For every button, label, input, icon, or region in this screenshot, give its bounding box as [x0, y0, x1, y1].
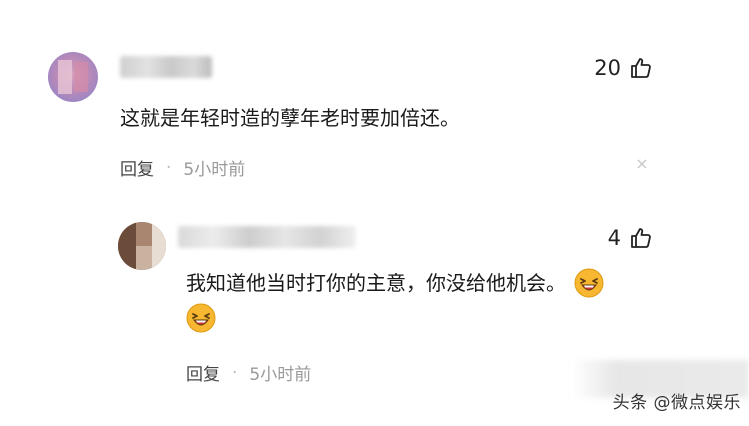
comment-text: 这就是年轻时造的孽年老时要加倍还。: [120, 106, 460, 130]
like-button[interactable]: 4: [608, 226, 653, 250]
avatar[interactable]: [48, 52, 98, 102]
like-count: 4: [607, 226, 621, 250]
username-blurred[interactable]: [120, 56, 212, 78]
avatar-mosaic: [136, 222, 152, 246]
avatar-mosaic: [136, 246, 152, 270]
thumbs-up-icon[interactable]: [629, 226, 653, 250]
username-blurred[interactable]: [178, 226, 356, 248]
laughing-face-icon: [574, 268, 604, 298]
laughing-face-icon: [186, 303, 216, 333]
reply-text-line: 我知道他当时打你的主意，你没给他机会。: [186, 266, 666, 300]
timestamp: 5小时前: [183, 160, 246, 180]
avatar-mosaic: [152, 222, 166, 270]
reply-button[interactable]: 回复: [120, 155, 154, 180]
like-button[interactable]: 20: [594, 56, 653, 80]
avatar-blur: [58, 60, 72, 94]
comment-thread: 20 这就是年轻时造的孽年老时要加倍还。 回复 · 5小时前 × 4 我知道他当…: [0, 0, 749, 426]
avatar-blur: [74, 62, 88, 92]
timestamp: 5小时前: [249, 365, 312, 385]
comment-meta: 回复 · 5小时前: [120, 155, 246, 181]
like-count: 20: [594, 56, 621, 80]
thumbs-up-icon[interactable]: [629, 56, 653, 80]
avatar[interactable]: [118, 222, 166, 270]
close-icon[interactable]: ×: [632, 154, 652, 174]
separator-dot: ·: [166, 157, 172, 178]
reply-meta: 回复 · 5小时前: [186, 360, 312, 386]
separator-dot: ·: [232, 362, 238, 383]
reply-button[interactable]: 回复: [186, 360, 220, 385]
watermark: 头条 @微点娱乐: [612, 393, 741, 413]
avatar-mosaic: [118, 222, 136, 270]
reply-text: 我知道他当时打你的主意，你没给他机会。: [186, 271, 566, 295]
